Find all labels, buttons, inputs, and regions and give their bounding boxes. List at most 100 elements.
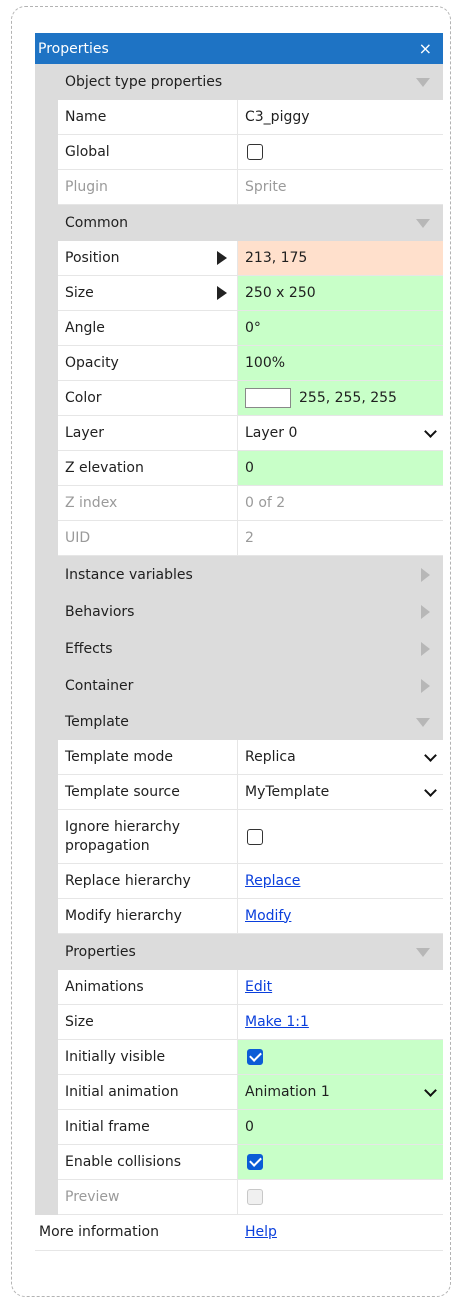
plugin-value: Sprite xyxy=(245,178,287,195)
properties-grid: Object type properties Name C3_piggy Glo… xyxy=(35,64,443,1251)
expand-triangle-icon xyxy=(421,567,430,582)
help-link[interactable]: Help xyxy=(245,1223,277,1242)
row-ignore-hierarchy: Ignore hierarchy propagation xyxy=(58,810,443,864)
section-label: Effects xyxy=(65,640,113,657)
section-effects[interactable]: Effects xyxy=(35,630,443,667)
row-label: Position xyxy=(65,249,120,266)
section-template[interactable]: Template xyxy=(35,704,443,740)
template-source-dropdown[interactable]: MyTemplate xyxy=(238,775,443,809)
enable-collisions-checkbox[interactable] xyxy=(247,1154,263,1170)
row-position: Position 213, 175 xyxy=(58,241,443,276)
position-value[interactable]: 213, 175 xyxy=(238,241,443,275)
name-value[interactable]: C3_piggy xyxy=(238,100,443,134)
row-label: Name xyxy=(58,100,238,134)
row-label: Template mode xyxy=(58,740,238,774)
color-value[interactable]: 255, 255, 255 xyxy=(299,389,397,408)
section-container[interactable]: Container xyxy=(35,667,443,704)
chevron-down-icon xyxy=(424,783,437,797)
expand-triangle-icon xyxy=(421,641,430,656)
collapse-triangle-icon xyxy=(416,219,430,228)
make-1-1-link[interactable]: Make 1:1 xyxy=(245,1013,309,1032)
row-label: Modify hierarchy xyxy=(58,899,238,933)
section-properties[interactable]: Properties xyxy=(35,934,443,970)
row-label: Initial animation xyxy=(58,1075,238,1109)
row-z-elevation: Z elevation 0 xyxy=(58,451,443,486)
properties-panel: Properties × Object type properties Name… xyxy=(35,33,443,1251)
row-label: Preview xyxy=(58,1180,238,1214)
properties-titlebar: Properties × xyxy=(35,33,443,64)
row-modify-hierarchy: Modify hierarchy Modify xyxy=(58,899,443,934)
chevron-down-icon xyxy=(424,1083,437,1097)
row-size: Size 250 x 250 xyxy=(58,276,443,311)
row-label: Plugin xyxy=(58,170,238,204)
row-color: Color 255, 255, 255 xyxy=(58,381,443,416)
modify-link[interactable]: Modify xyxy=(245,907,291,926)
initial-animation-dropdown[interactable]: Animation 1 xyxy=(238,1075,443,1109)
section-label: Object type properties xyxy=(65,74,223,90)
row-label: propagation xyxy=(65,837,150,854)
row-global: Global xyxy=(58,135,443,170)
row-label-wrap: Ignore hierarchy propagation xyxy=(58,810,238,863)
z-elevation-value[interactable]: 0 xyxy=(238,451,443,485)
row-animations: Animations Edit xyxy=(58,970,443,1005)
expand-arrow-icon[interactable] xyxy=(217,286,227,300)
panel-title: Properties xyxy=(38,40,109,57)
preview-checkbox xyxy=(247,1189,263,1205)
chevron-down-icon xyxy=(424,748,437,762)
expand-triangle-icon xyxy=(421,678,430,693)
row-label: Color xyxy=(58,381,238,415)
row-size-properties: Size Make 1:1 xyxy=(58,1005,443,1040)
expand-triangle-icon xyxy=(421,604,430,619)
template-source-value: MyTemplate xyxy=(245,783,330,800)
collapse-triangle-icon xyxy=(416,948,430,957)
layer-value: Layer 0 xyxy=(245,424,298,441)
row-preview: Preview xyxy=(58,1180,443,1215)
row-z-index: Z index 0 of 2 xyxy=(58,486,443,521)
row-label: Template source xyxy=(58,775,238,809)
row-label: Size xyxy=(58,1005,238,1039)
row-layer: Layer Layer 0 xyxy=(58,416,443,451)
row-label: Size xyxy=(65,284,94,301)
size-value[interactable]: 250 x 250 xyxy=(238,276,443,310)
row-label: Angle xyxy=(58,311,238,345)
row-label: More information xyxy=(35,1215,238,1250)
edit-animations-link[interactable]: Edit xyxy=(245,978,272,997)
ignore-hierarchy-checkbox[interactable] xyxy=(247,828,263,845)
section-label: Template xyxy=(65,714,129,730)
row-uid: UID 2 xyxy=(58,521,443,556)
global-checkbox[interactable] xyxy=(247,144,263,160)
opacity-value[interactable]: 100% xyxy=(238,346,443,380)
row-replace-hierarchy: Replace hierarchy Replace xyxy=(58,864,443,899)
initially-visible-checkbox[interactable] xyxy=(247,1049,263,1065)
row-label: UID xyxy=(58,521,238,555)
row-more-information: More information Help xyxy=(35,1215,443,1251)
replace-link[interactable]: Replace xyxy=(245,872,300,891)
section-instance-variables[interactable]: Instance variables xyxy=(35,556,443,593)
angle-value[interactable]: 0° xyxy=(238,311,443,345)
row-angle: Angle 0° xyxy=(58,311,443,346)
layer-dropdown[interactable]: Layer 0 xyxy=(238,416,443,450)
uid-value: 2 xyxy=(245,529,254,546)
section-label: Common xyxy=(65,215,129,231)
row-initially-visible: Initially visible xyxy=(58,1040,443,1075)
color-swatch[interactable] xyxy=(245,388,291,408)
close-icon[interactable]: × xyxy=(419,40,432,57)
row-label: Opacity xyxy=(58,346,238,380)
row-label: Animations xyxy=(58,970,238,1004)
initial-animation-value: Animation 1 xyxy=(245,1083,330,1100)
row-label: Z index xyxy=(58,486,238,520)
row-initial-frame: Initial frame 0 xyxy=(58,1110,443,1145)
section-behaviors[interactable]: Behaviors xyxy=(35,593,443,630)
collapse-triangle-icon xyxy=(416,718,430,727)
row-label: Z elevation xyxy=(58,451,238,485)
expand-arrow-icon[interactable] xyxy=(217,251,227,265)
initial-frame-value[interactable]: 0 xyxy=(238,1110,443,1144)
template-mode-dropdown[interactable]: Replica xyxy=(238,740,443,774)
row-label: Replace hierarchy xyxy=(58,864,238,898)
section-object-type[interactable]: Object type properties xyxy=(35,64,443,100)
row-label: Global xyxy=(58,135,238,169)
z-index-value: 0 of 2 xyxy=(245,494,286,511)
section-label: Behaviors xyxy=(65,603,135,620)
row-label-wrap: Position xyxy=(58,241,238,275)
section-common[interactable]: Common xyxy=(35,205,443,241)
